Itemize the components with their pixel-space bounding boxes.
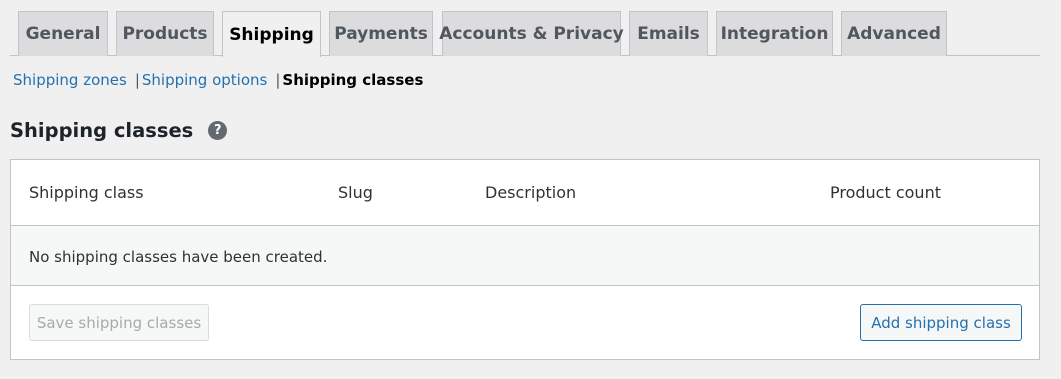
tab-accounts-privacy[interactable]: Accounts & Privacy (439, 11, 624, 56)
column-header-product-count: Product count (830, 183, 941, 202)
subnav-shipping-zones[interactable]: Shipping zones (13, 71, 127, 89)
tab-products[interactable]: Products (116, 11, 214, 56)
tab-advanced[interactable]: Advanced (841, 11, 947, 56)
save-shipping-classes-button[interactable]: Save shipping classes (29, 304, 209, 341)
tab-integration[interactable]: Integration (716, 11, 833, 56)
tab-payments[interactable]: Payments (329, 11, 433, 56)
shipping-subnav: Shipping zones | Shipping options | Ship… (13, 69, 423, 91)
empty-table-row: No shipping classes have been created. (11, 226, 1039, 286)
subnav-separator: | (134, 71, 140, 89)
tab-general[interactable]: General (18, 11, 108, 56)
empty-message: No shipping classes have been created. (29, 248, 328, 266)
page-heading: Shipping classes ? (10, 116, 228, 144)
column-header-slug: Slug (338, 183, 373, 202)
tab-emails[interactable]: Emails (629, 11, 708, 56)
column-header-shipping-class: Shipping class (29, 183, 144, 202)
column-header-description: Description (485, 183, 577, 202)
add-shipping-class-button[interactable]: Add shipping class (860, 304, 1022, 341)
table-header: Shipping class Slug Description Product … (11, 160, 1039, 226)
subnav-shipping-classes-current: Shipping classes (282, 71, 424, 89)
subnav-separator: | (275, 71, 281, 89)
tab-shipping[interactable]: Shipping (222, 11, 321, 57)
help-icon[interactable]: ? (208, 120, 228, 140)
page-title: Shipping classes (10, 118, 194, 142)
shipping-classes-table: Shipping class Slug Description Product … (10, 159, 1040, 360)
settings-tabs: General Products Shipping Payments Accou… (0, 0, 1040, 57)
subnav-shipping-options[interactable]: Shipping options (142, 71, 267, 89)
